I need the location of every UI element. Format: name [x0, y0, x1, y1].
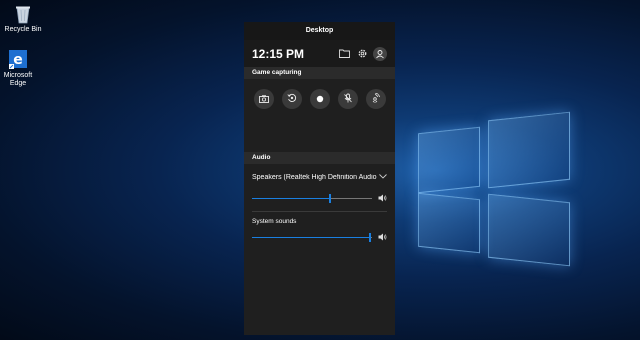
desktop-icon-recycle-bin[interactable]: Recycle Bin [0, 4, 46, 34]
desktop-icon-edge[interactable]: e Microsoft Edge [0, 50, 41, 88]
screenshot-button[interactable] [253, 89, 274, 109]
system-volume-slider[interactable] [244, 228, 395, 246]
capture-buttons [244, 79, 395, 119]
game-bar-panel: Desktop 12:15 PM Game capturing Audio Sp… [244, 22, 395, 335]
windows-logo [410, 110, 580, 270]
chevron-down-icon [379, 173, 387, 181]
device-volume-slider[interactable] [244, 189, 395, 207]
system-volume-track[interactable] [252, 232, 372, 242]
profile-icon[interactable] [373, 46, 387, 61]
record-icon [316, 90, 324, 108]
system-sounds-label: System sounds [252, 218, 297, 225]
desktop-icon-label: Microsoft Edge [3, 72, 33, 87]
panel-title: Desktop [244, 22, 395, 40]
folder-icon[interactable] [337, 47, 351, 61]
system-volume-fill [252, 236, 370, 238]
device-volume-fill [252, 197, 330, 199]
device-volume-thumb[interactable] [329, 193, 331, 203]
screenshot-icon [258, 90, 269, 108]
record-last-icon [286, 90, 297, 108]
speaker-icon[interactable] [378, 228, 387, 246]
clock-time: 12:15 PM [252, 46, 305, 61]
spacer [244, 119, 395, 152]
system-volume-thumb[interactable] [368, 232, 371, 242]
record-last-button[interactable] [281, 89, 302, 109]
microphone-button[interactable] [337, 89, 358, 109]
broadcast-button[interactable] [365, 89, 386, 109]
audio-device-label: Speakers (Realtek High Definition Audio [252, 173, 377, 181]
mic-off-icon [343, 90, 353, 108]
gear-icon[interactable] [355, 47, 369, 61]
audio-device-select[interactable]: Speakers (Realtek High Definition Audio [244, 169, 395, 185]
svg-text:e: e [13, 52, 23, 68]
speaker-icon[interactable] [378, 189, 387, 207]
edge-icon: e [7, 50, 29, 70]
broadcast-icon [371, 90, 381, 108]
audio-heading: Audio [244, 152, 395, 164]
record-button[interactable] [309, 89, 330, 109]
time-row: 12:15 PM [244, 40, 395, 67]
recycle-bin-icon [12, 4, 34, 24]
game-capturing-heading: Game capturing [244, 67, 395, 79]
desktop-icon-label: Recycle Bin [4, 26, 42, 33]
device-volume-track[interactable] [252, 193, 372, 203]
